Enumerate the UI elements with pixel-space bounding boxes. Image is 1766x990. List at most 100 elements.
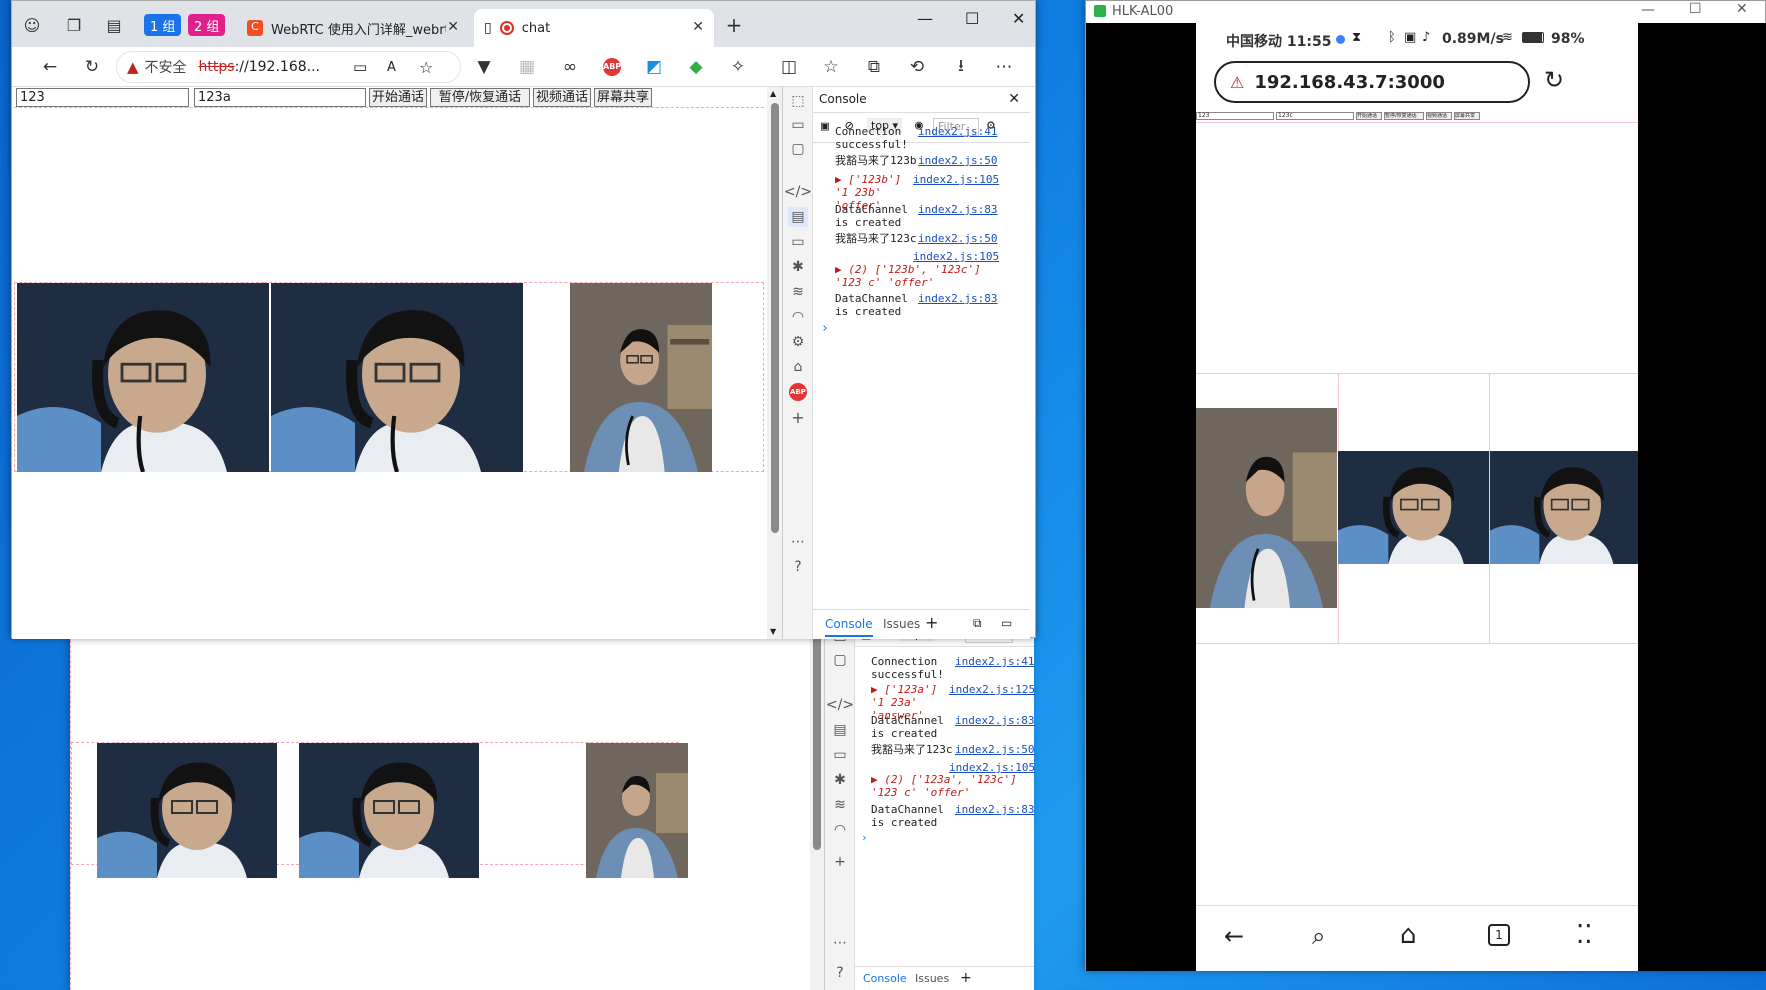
drawer-tab-console[interactable]: Console (825, 617, 873, 637)
close-window-icon[interactable]: ✕ (1736, 1, 1748, 17)
drawer-tab-issues[interactable]: Issues (915, 972, 949, 985)
add-tab-icon[interactable]: + (960, 970, 972, 986)
help-icon[interactable]: ? (788, 557, 808, 577)
minimize-icon[interactable]: — (1641, 2, 1655, 18)
extension-grid-icon[interactable]: ▦ (515, 55, 539, 79)
log-source-link[interactable]: index2.js:50 (918, 232, 997, 245)
split-screen-icon[interactable]: ◫ (777, 55, 801, 79)
help-icon[interactable]: ? (830, 963, 850, 983)
elements-icon[interactable]: </> (826, 695, 854, 715)
performance-icon[interactable]: ◠ (830, 820, 850, 840)
phone-user-input[interactable]: 123c (1276, 112, 1354, 120)
phone-url-bar[interactable]: ⚠ 192.168.43.7:3000 (1214, 61, 1530, 103)
dock-icon[interactable]: ⧉ (973, 616, 982, 631)
history-icon[interactable]: ⟲ (905, 55, 929, 79)
sidebar-toggle-icon[interactable]: ▣ (821, 119, 829, 134)
console-icon[interactable]: ▤ (788, 207, 808, 227)
log-source-link[interactable]: index2.js:41 (955, 655, 1034, 668)
collapse-drawer-icon[interactable]: ▭ (1001, 616, 1012, 630)
room-input[interactable]: 123 (16, 88, 189, 107)
log-source-link[interactable]: index2.js:83 (918, 292, 997, 305)
device-toolbar-icon[interactable]: ▭ (788, 115, 808, 135)
drawer-tab-issues[interactable]: Issues (883, 617, 920, 631)
more-icon[interactable]: ⋯ (830, 933, 850, 953)
log-source-link[interactable]: index2.js:50 (955, 743, 1034, 756)
extension-shield-icon[interactable]: ◆ (684, 55, 708, 79)
refresh-icon[interactable]: ↻ (80, 55, 104, 79)
new-tab-icon[interactable]: + (722, 13, 746, 37)
adblock-icon[interactable]: ABP (788, 382, 808, 402)
bug-icon[interactable]: ✱ (830, 770, 850, 790)
drawer-tab-console[interactable]: Console (863, 972, 907, 985)
minimize-icon[interactable]: — (917, 9, 933, 28)
phone-start-call-button[interactable]: 开始通话 (1356, 112, 1382, 120)
sources-icon[interactable]: ▭ (830, 745, 850, 765)
wifi-icon[interactable]: ≋ (830, 795, 850, 815)
back-icon[interactable]: ← (38, 55, 62, 79)
add-tool-icon[interactable]: + (788, 407, 808, 427)
menu-icon[interactable]: ⁚⁚ (1576, 920, 1593, 950)
sources-icon[interactable]: ▭ (788, 232, 808, 252)
camera-icon[interactable]: ▭ (353, 58, 367, 76)
log-source-link[interactable]: index2.js:105 (913, 250, 999, 263)
extension-v-icon[interactable]: ▼ (472, 55, 496, 79)
close-window-icon[interactable]: ✕ (1012, 9, 1025, 28)
tab-group-1[interactable]: 1 组 (144, 14, 182, 36)
home-icon[interactable]: ⌂ (1400, 920, 1417, 950)
close-devtools-icon[interactable]: ✕ (1008, 91, 1020, 107)
window-icon[interactable]: ▢ (830, 650, 850, 670)
welcome-icon[interactable]: ▢ (788, 139, 808, 159)
console-prompt-icon[interactable]: › (821, 321, 829, 336)
add-drawer-tab-icon[interactable]: + (925, 613, 938, 632)
extension-send-icon[interactable]: ◩ (642, 55, 666, 79)
extension-infinity-icon[interactable]: ∞ (558, 55, 582, 79)
maximize-icon[interactable]: ☐ (965, 9, 979, 28)
console-prompt-icon[interactable]: › (861, 831, 868, 844)
tab-webrtc-article[interactable]: C WebRTC 使用入门详解_webrtc教 ✕ (237, 9, 469, 47)
read-aloud-icon[interactable]: A (387, 60, 396, 75)
settings-gear-icon[interactable]: ⚙ (788, 332, 808, 352)
inspect-icon[interactable]: ⬚ (788, 91, 808, 111)
tabs-count-icon[interactable]: 1 (1488, 924, 1510, 946)
network-wifi-icon[interactable]: ≋ (788, 282, 808, 302)
downloads-icon[interactable]: ⭳ (949, 55, 973, 79)
screen-share-button[interactable]: 屏幕共享 (594, 88, 652, 107)
favorites-icon[interactable]: ☆ (819, 55, 843, 79)
phone-screen-share-button[interactable]: 屏幕共享 (1454, 112, 1480, 120)
search-icon[interactable]: ⌕ (1312, 922, 1325, 950)
performance-icon[interactable]: ◠ (788, 307, 808, 327)
scrollbar-thumb[interactable] (813, 625, 821, 850)
bug-icon[interactable]: ✱ (788, 257, 808, 277)
reload-icon[interactable]: ↻ (1544, 66, 1564, 94)
scroll-up-icon[interactable]: ▲ (770, 89, 776, 98)
close-tab-icon[interactable]: ✕ (447, 19, 459, 35)
start-call-button[interactable]: 开始通话 (369, 88, 427, 107)
workspaces-icon[interactable]: ❐ (62, 13, 86, 37)
collections-icon[interactable]: ⧉ (862, 55, 886, 79)
phone-video-call-button[interactable]: 视频通话 (1426, 112, 1452, 120)
pause-resume-call-button[interactable]: 暂停/恢复通话 (430, 88, 530, 107)
settings-more-icon[interactable]: ⋯ (992, 55, 1016, 79)
log-source-link[interactable]: index2.js:41 (918, 125, 997, 138)
user-input[interactable]: 123a (194, 88, 366, 107)
tab-actions-icon[interactable]: ▤ (102, 13, 126, 37)
extensions-puzzle-icon[interactable]: ✧ (726, 55, 750, 79)
tab-chat[interactable]: ▯ chat ✕ (474, 9, 714, 47)
url-bar[interactable]: ▲ 不安全 https ://192.168... ▭ A ☆ (116, 51, 461, 83)
maximize-icon[interactable]: ☐ (1689, 1, 1702, 17)
phone-room-input[interactable]: 123 (1196, 112, 1274, 120)
log-source-link[interactable]: index2.js:83 (955, 714, 1034, 727)
log-source-link[interactable]: index2.js:50 (918, 154, 997, 167)
home-icon[interactable]: ⌂ (788, 357, 808, 377)
console-icon[interactable]: ▤ (830, 720, 850, 740)
log-source-link[interactable]: index2.js:105 (913, 173, 999, 186)
scrollbar-thumb[interactable] (771, 103, 779, 533)
tab-group-2[interactable]: 2 组 (188, 14, 226, 36)
favorite-star-icon[interactable]: ☆ (419, 58, 433, 77)
phone-pause-resume-button[interactable]: 暂停/恢复通话 (1384, 112, 1424, 120)
adblock-icon[interactable]: ABP (600, 55, 624, 79)
profile-avatar-icon[interactable]: ☺ (20, 13, 44, 37)
log-source-link[interactable]: index2.js:125 (949, 683, 1035, 696)
video-call-button[interactable]: 视频通话 (533, 88, 591, 107)
page-scrollbar[interactable] (810, 625, 824, 990)
